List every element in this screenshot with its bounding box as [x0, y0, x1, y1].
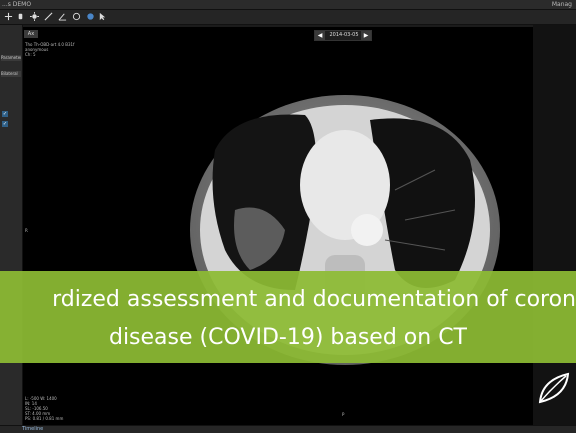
overlay-pixel-spacing: PS: 0.81 / 0.81 mm	[25, 416, 64, 421]
orientation-bottom: P	[342, 412, 345, 417]
brightness-icon[interactable]	[30, 12, 39, 21]
app-title: ...s DEMO	[2, 1, 32, 8]
cursor-icon[interactable]	[98, 12, 107, 21]
title-bar: ...s DEMO Manag	[0, 0, 576, 10]
bilateral-tab[interactable]: Bilateral	[1, 71, 21, 77]
hand-icon[interactable]	[16, 12, 25, 21]
checkbox-1[interactable]: ✓	[2, 111, 8, 117]
toolbar	[0, 10, 576, 25]
viewer-right-area	[533, 25, 576, 425]
left-panel: Parameters Bilateral ✓ ✓	[0, 25, 23, 425]
orientation-left: R	[25, 228, 28, 233]
measure-icon[interactable]	[44, 12, 53, 21]
parameters-tab[interactable]: Parameters	[1, 55, 21, 61]
overlay-channel: Ch: 5	[25, 52, 36, 57]
settings-icon[interactable]	[86, 12, 95, 21]
angle-icon[interactable]	[58, 12, 67, 21]
pan-icon[interactable]	[4, 12, 13, 21]
overlay-bottom-left: L: -500 W: 1400 IN: 14 SL: -106.50 ST: 4…	[25, 396, 63, 421]
date-navigator: ◀ 2014-03-05 ▶	[314, 30, 372, 41]
overlay-top-left: Tho Th-OBD-art 4.0 B31f anonymous Ch: 5	[25, 42, 74, 57]
aorta	[351, 214, 383, 246]
study-date: 2014-03-05	[329, 32, 359, 38]
checkbox-2[interactable]: ✓	[2, 121, 8, 127]
rotate-icon[interactable]	[72, 12, 81, 21]
leaf-logo-icon	[538, 372, 570, 404]
banner-title-line2: disease (COVID-19) based on CT	[108, 325, 467, 350]
next-date-button[interactable]: ▶	[361, 31, 371, 40]
view-tab[interactable]: Ax	[24, 30, 38, 38]
prev-date-button[interactable]: ◀	[315, 31, 325, 40]
manage-menu[interactable]: Manag	[552, 0, 572, 9]
banner-title-line1: rdized assessment and documentation of c…	[52, 287, 576, 312]
